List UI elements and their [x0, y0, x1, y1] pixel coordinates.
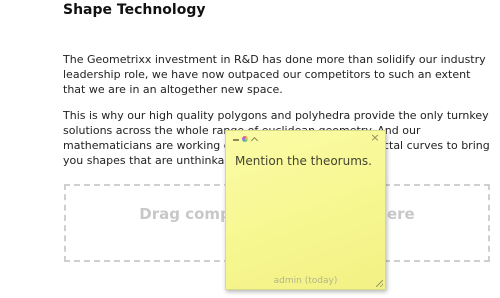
sticky-note[interactable]: × Mention the theorums. admin (today): [225, 130, 386, 290]
chevron-up-icon[interactable]: [251, 136, 257, 142]
close-icon[interactable]: ×: [370, 132, 380, 143]
article-heading: Shape Technology: [63, 2, 206, 18]
page: Shape Technology The Geometrixx investme…: [0, 0, 500, 298]
minimize-icon[interactable]: [233, 138, 239, 141]
article-paragraph-1: The Geometrixx investment in R&D has don…: [63, 53, 486, 96]
color-icon[interactable]: [242, 136, 248, 142]
sticky-note-author: admin (today): [273, 276, 338, 286]
resize-handle-icon[interactable]: [376, 280, 383, 287]
sticky-note-text[interactable]: Mention the theorums.: [235, 154, 377, 169]
sticky-note-toolbar: [233, 134, 260, 144]
